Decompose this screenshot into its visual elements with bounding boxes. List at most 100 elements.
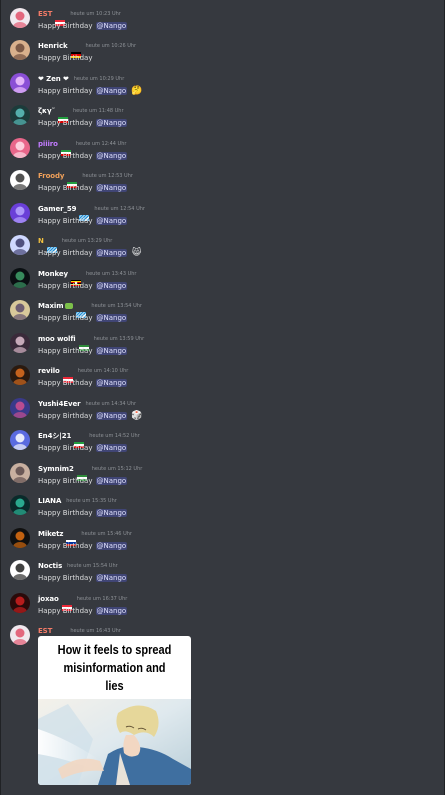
- message-text: Happy Birthday: [38, 542, 93, 550]
- username[interactable]: Henrick: [38, 42, 68, 50]
- username[interactable]: joxao: [38, 595, 59, 603]
- user-avatar[interactable]: [10, 203, 30, 223]
- image-attachment[interactable]: How it feels to spread misinformation and…: [38, 636, 191, 785]
- user-mention[interactable]: @Nango: [95, 217, 128, 225]
- user-avatar[interactable]: [10, 560, 30, 580]
- chat-message[interactable]: Henrick heute um 10:26 Uhr Happy Birthday: [1, 40, 445, 72]
- message-header: Gamer_59 heute um 12:54 Uhr: [38, 203, 145, 221]
- user-avatar[interactable]: [10, 495, 30, 515]
- username[interactable]: Symnim2: [38, 465, 74, 473]
- user-mention[interactable]: @Nango: [95, 509, 128, 517]
- user-avatar[interactable]: [10, 300, 30, 320]
- username[interactable]: EST: [38, 627, 52, 635]
- username[interactable]: ❤ Zen ❤: [38, 75, 69, 83]
- user-mention[interactable]: @Nango: [95, 574, 128, 582]
- chat-message[interactable]: ζκγ˜ heute um 11:48 Uhr Happy Birthday @Nan…: [1, 105, 445, 137]
- message-text: Happy Birthday: [38, 314, 93, 322]
- user-mention[interactable]: @Nango: [95, 477, 128, 485]
- user-avatar[interactable]: [10, 235, 30, 255]
- chat-message[interactable]: Noctis heute um 15:54 Uhr Happy Birthday @N…: [1, 560, 445, 592]
- username[interactable]: revilo: [38, 367, 60, 375]
- user-avatar[interactable]: [10, 625, 30, 645]
- user-avatar[interactable]: [10, 463, 30, 483]
- chat-message[interactable]: Nheute um 13:29 Uhr Happy Birthday @Nango 😸: [1, 235, 445, 267]
- chat-message[interactable]: Monkey heute um 13:43 Uhr Happy Birthday @N…: [1, 268, 445, 300]
- chat-message[interactable]: Gamer_59 heute um 12:54 Uhr Happy Birthday…: [1, 203, 445, 235]
- message-text: Happy Birthday: [38, 87, 93, 95]
- user-avatar[interactable]: [10, 398, 30, 418]
- chat-message[interactable]: moo wolfi heute um 13:59 Uhr Happy Birthda…: [1, 333, 445, 365]
- chat-message[interactable]: Froody heute um 12:53 Uhr Happy Birthday @N…: [1, 170, 445, 202]
- user-mention[interactable]: @Nango: [95, 347, 128, 355]
- user-avatar[interactable]: [10, 73, 30, 93]
- message-content: Happy Birthday @Nango: [38, 572, 128, 584]
- username[interactable]: Yushi4Ever: [38, 400, 81, 408]
- message-header: revilo heute um 14:10 Uhr: [38, 365, 128, 383]
- username[interactable]: Gamer_59: [38, 205, 77, 213]
- username[interactable]: Miketz: [38, 530, 64, 538]
- user-mention[interactable]: @Nango: [95, 87, 128, 95]
- chat-message[interactable]: En4シ|21 heute um 14:52 Uhr Happy Birthday @…: [1, 430, 445, 462]
- flag-icon: [70, 271, 81, 286]
- message-timestamp: heute um 12:54 Uhr: [94, 206, 145, 212]
- username[interactable]: ζκγ˜: [38, 107, 55, 115]
- user-avatar[interactable]: [10, 8, 30, 28]
- username[interactable]: LIANA: [38, 497, 61, 505]
- chat-message[interactable]: revilo heute um 14:10 Uhr Happy Birthday @N…: [1, 365, 445, 397]
- message-text: Happy Birthday: [38, 509, 93, 517]
- user-avatar[interactable]: [10, 528, 30, 548]
- user-avatar[interactable]: [10, 593, 30, 613]
- chat-message[interactable]: EST heute um 10:23 Uhr Happy Birthday @Nang…: [1, 8, 445, 40]
- chat-message[interactable]: Yushi4Ever heute um 14:34 Uhr Happy Birthd…: [1, 398, 445, 430]
- username[interactable]: EST: [38, 10, 52, 18]
- message-header: Miketz heute um 15:46 Uhr: [38, 528, 132, 546]
- user-mention[interactable]: @Nango: [95, 184, 128, 192]
- username[interactable]: Froody: [38, 172, 64, 180]
- flag-icon: [61, 596, 72, 611]
- username[interactable]: Maxim: [38, 302, 64, 310]
- meme-caption: How it feels to spread misinformation and…: [47, 641, 182, 695]
- user-mention[interactable]: @Nango: [95, 412, 128, 420]
- user-avatar[interactable]: [10, 105, 30, 125]
- user-avatar[interactable]: [10, 40, 30, 60]
- chat-message[interactable]: piiiro heute um 12:44 Uhr Happy Birthday @N…: [1, 138, 445, 170]
- chat-message[interactable]: ❤ Zen ❤ heute um 10:29 Uhr Happy Birthday @…: [1, 73, 445, 105]
- user-mention[interactable]: @Nango: [95, 444, 128, 452]
- chat-message[interactable]: Symnim2 heute um 15:12 Uhr Happy Birthday @…: [1, 463, 445, 495]
- user-avatar[interactable]: [10, 138, 30, 158]
- chat-message[interactable]: joxao heute um 16:37 Uhr Happy Birthday @Na…: [1, 593, 445, 625]
- username[interactable]: moo wolfi: [38, 335, 76, 343]
- chat-message[interactable]: Miketz heute um 15:46 Uhr Happy Birthday @N…: [1, 528, 445, 560]
- user-mention[interactable]: @Nango: [95, 607, 128, 615]
- user-mention[interactable]: @Nango: [95, 22, 128, 30]
- chat-message[interactable]: Maxim heute um 13:54 Uhr Happy Birthday @Na…: [1, 300, 445, 332]
- username[interactable]: En4シ|21: [38, 431, 71, 441]
- message-header: Symnim2 heute um 15:12 Uhr: [38, 463, 142, 481]
- username[interactable]: N: [38, 237, 44, 245]
- message-text: Happy Birthday: [38, 282, 93, 290]
- message-header: Yushi4Ever heute um 14:34 Uhr: [38, 398, 136, 410]
- meme-caption-line: misinformation and: [63, 661, 166, 675]
- username[interactable]: Noctis: [38, 562, 62, 570]
- chat-message[interactable]: LIANA heute um 15:35 Uhr Happy Birthday @Na…: [1, 495, 445, 527]
- message-text: Happy Birthday: [38, 152, 93, 160]
- message-content: Happy Birthday @Nango: [38, 442, 128, 454]
- user-mention[interactable]: @Nango: [95, 282, 128, 290]
- user-avatar[interactable]: [10, 333, 30, 353]
- user-mention[interactable]: @Nango: [95, 379, 128, 387]
- user-avatar[interactable]: [10, 268, 30, 288]
- username[interactable]: Monkey: [38, 270, 68, 278]
- username[interactable]: piiiro: [38, 140, 58, 148]
- user-avatar[interactable]: [10, 365, 30, 385]
- user-mention[interactable]: @Nango: [95, 314, 128, 322]
- message-content: Happy Birthday @Nango: [38, 475, 128, 487]
- chat-message-list[interactable]: EST heute um 10:23 Uhr Happy Birthday @Nang…: [0, 0, 445, 795]
- message-content: Happy Birthday @Nango: [38, 215, 128, 227]
- user-avatar[interactable]: [10, 430, 30, 450]
- user-mention[interactable]: @Nango: [95, 152, 128, 160]
- flag-icon: [70, 43, 81, 58]
- user-mention[interactable]: @Nango: [95, 249, 128, 257]
- user-mention[interactable]: @Nango: [95, 542, 128, 550]
- user-avatar[interactable]: [10, 170, 30, 190]
- user-mention[interactable]: @Nango: [95, 119, 128, 127]
